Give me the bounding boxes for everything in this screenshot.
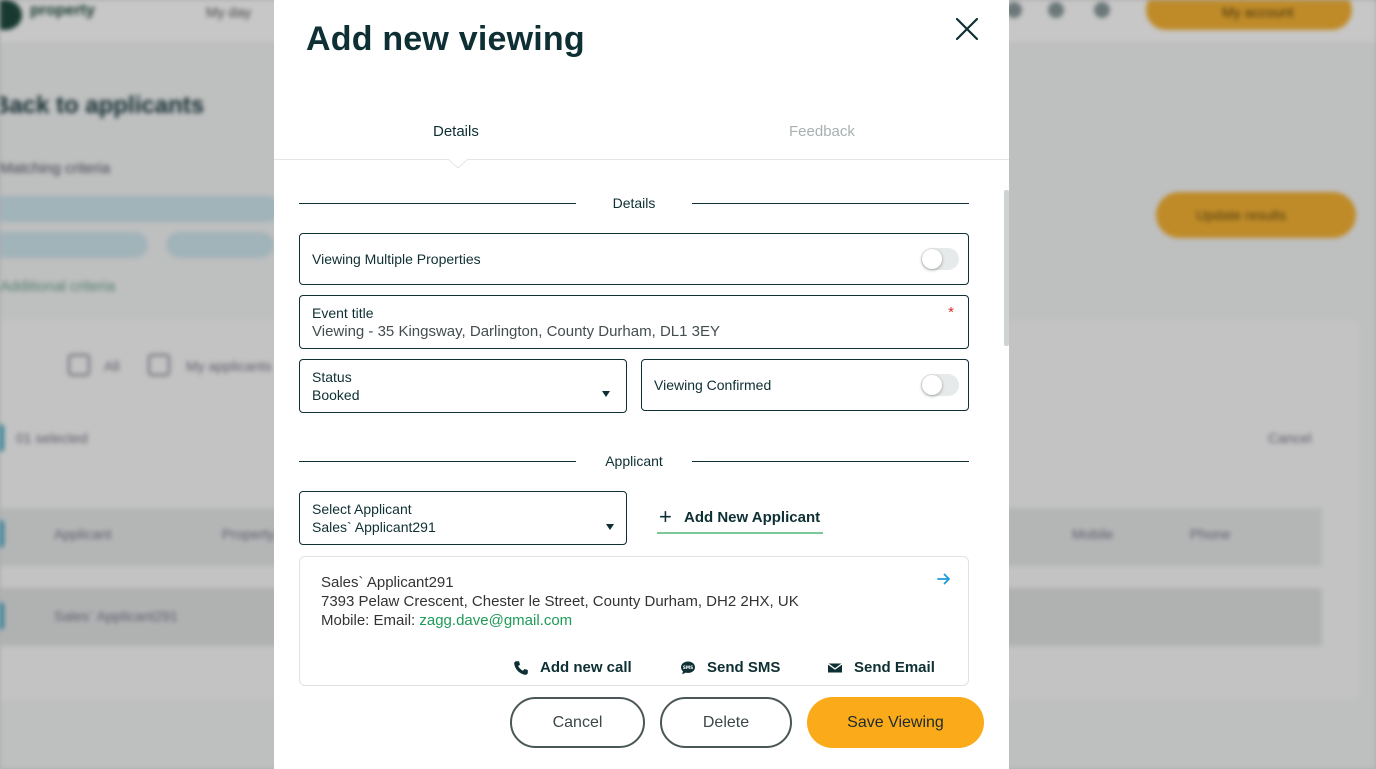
phone-icon	[514, 661, 528, 675]
modal-scrollbar[interactable]	[1004, 190, 1009, 346]
applicant-section-header: Applicant	[299, 452, 969, 472]
chevron-down-icon[interactable]	[606, 524, 614, 530]
tab-feedback[interactable]: Feedback	[789, 123, 855, 140]
contact-prefix: Mobile: Email:	[321, 612, 420, 629]
applicant-email-link[interactable]: zagg.dave@gmail.com	[419, 612, 572, 629]
plus-icon: +	[659, 504, 672, 529]
status-label: Status	[312, 369, 352, 385]
select-applicant-label: Select Applicant	[312, 501, 412, 517]
viewing-confirmed-label: Viewing Confirmed	[654, 377, 772, 393]
applicant-card: Sales` Applicant291 7393 Pelaw Crescent,…	[299, 556, 969, 686]
cancel-button[interactable]: Cancel	[510, 697, 645, 748]
viewing-confirmed-field: Viewing Confirmed	[641, 359, 969, 411]
sms-icon: SMS	[681, 661, 695, 675]
tab-details[interactable]: Details	[433, 123, 479, 140]
add-new-applicant-button[interactable]: + Add New Applicant	[657, 506, 823, 534]
viewing-multiple-label: Viewing Multiple Properties	[312, 251, 481, 267]
envelope-icon	[827, 663, 843, 673]
applicant-name: Sales` Applicant291	[321, 574, 454, 591]
add-new-call-button[interactable]: Add new call	[513, 658, 633, 678]
viewing-multiple-toggle[interactable]	[921, 248, 959, 270]
close-icon[interactable]	[952, 14, 982, 44]
applicant-address: 7393 Pelaw Crescent, Chester le Street, …	[321, 593, 799, 610]
send-sms-label: Send SMS	[707, 659, 781, 676]
add-new-applicant-label: Add New Applicant	[684, 509, 821, 526]
details-section-title: Details	[612, 195, 656, 211]
add-viewing-modal: Add new viewing Details Feedback Details…	[274, 0, 1009, 769]
svg-text:SMS: SMS	[683, 665, 693, 670]
event-title-field[interactable]: Event title * Viewing - 35 Kingsway, Dar…	[299, 295, 969, 349]
select-applicant-dropdown[interactable]: Select Applicant Sales` Applicant291	[299, 491, 627, 545]
required-indicator: *	[948, 304, 954, 321]
chevron-down-icon[interactable]	[602, 391, 610, 397]
modal-title: Add new viewing	[306, 20, 585, 58]
details-section-header: Details	[299, 194, 969, 214]
applicant-section-title: Applicant	[605, 453, 663, 469]
select-applicant-value: Sales` Applicant291	[312, 519, 436, 535]
add-new-call-label: Add new call	[540, 659, 632, 676]
send-sms-button[interactable]: SMS Send SMS	[680, 658, 780, 678]
divider	[692, 203, 969, 204]
applicant-contact: Mobile: Email: zagg.dave@gmail.com	[321, 612, 572, 629]
viewing-confirmed-toggle[interactable]	[921, 374, 959, 396]
active-tab-pointer	[448, 159, 468, 169]
arrow-right-icon[interactable]	[936, 571, 952, 587]
send-email-label: Send Email	[854, 659, 935, 676]
event-title-input[interactable]: Viewing - 35 Kingsway, Darlington, Count…	[312, 323, 720, 340]
close-button[interactable]	[952, 14, 982, 44]
divider	[692, 461, 969, 462]
modal-tabs: Details Feedback	[274, 112, 1009, 169]
send-email-button[interactable]: Send Email	[827, 658, 937, 678]
viewing-multiple-field: Viewing Multiple Properties	[299, 233, 969, 285]
divider	[299, 461, 576, 462]
status-value: Booked	[312, 387, 360, 403]
event-title-label: Event title	[312, 305, 374, 321]
divider	[299, 203, 576, 204]
delete-button[interactable]: Delete	[660, 697, 792, 748]
save-viewing-button[interactable]: Save Viewing	[807, 697, 984, 748]
status-select[interactable]: Status Booked	[299, 359, 627, 413]
